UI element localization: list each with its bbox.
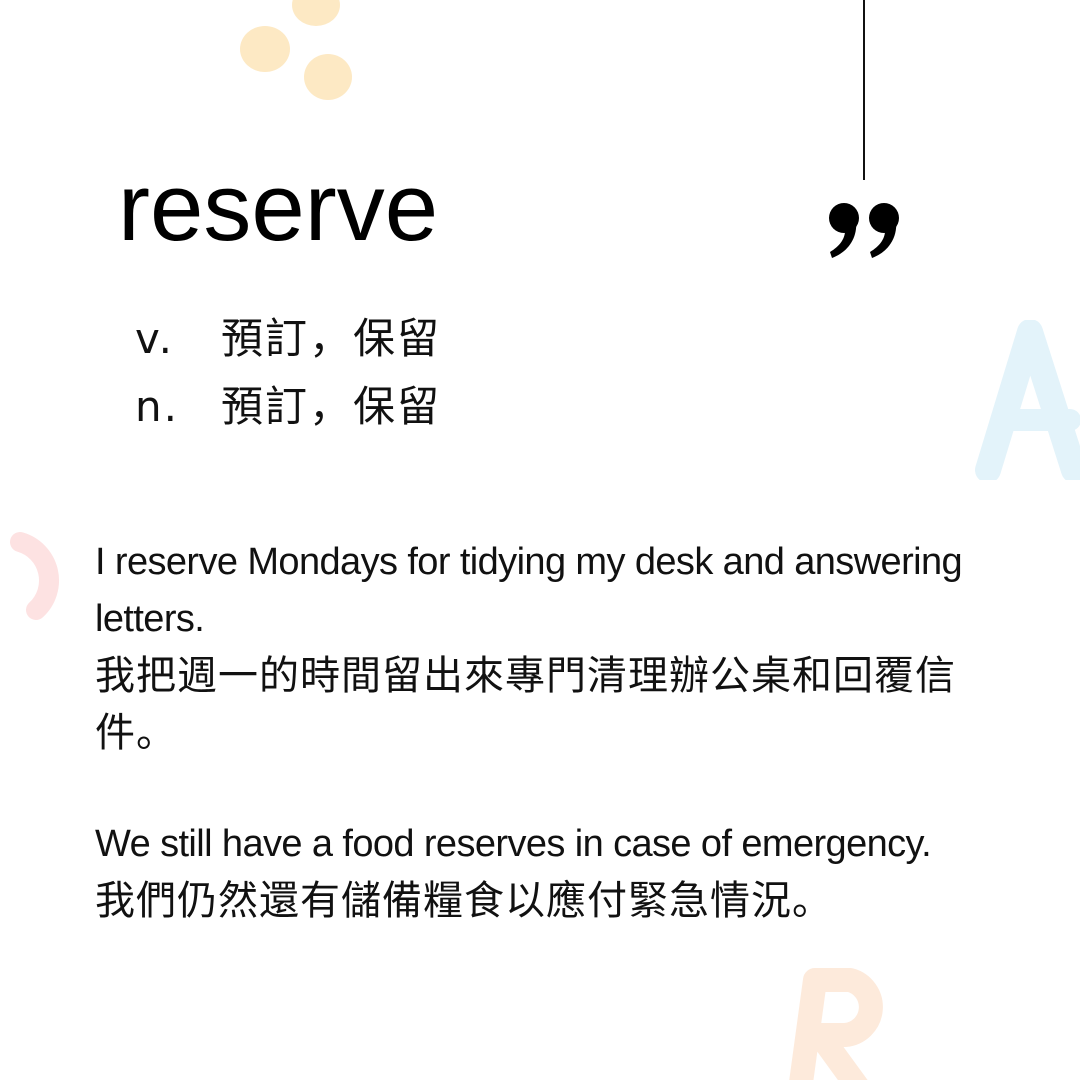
decor-letter-r bbox=[789, 968, 883, 1080]
example-english: We still have a food reserves in case of… bbox=[95, 823, 932, 865]
sense-noun: n. 預訂，保留 bbox=[135, 386, 441, 428]
example-sentence-2: We still have a food reserves in case of… bbox=[95, 816, 1015, 930]
part-of-speech: n. bbox=[135, 382, 179, 431]
sense-meaning: 預訂，保留 bbox=[221, 314, 442, 363]
example-chinese-line: 件。 bbox=[95, 710, 177, 756]
example-sentence-1: I reserve Mondays for tidying my desk an… bbox=[95, 534, 1015, 762]
decor-vertical-line bbox=[863, 0, 865, 180]
closing-quote-icon bbox=[829, 203, 899, 258]
decor-dot-1 bbox=[240, 26, 290, 72]
part-of-speech: v. bbox=[135, 314, 174, 363]
sense-meaning: 預訂，保留 bbox=[221, 382, 442, 431]
example-chinese: 我們仍然還有儲備糧食以應付緊急情況。 bbox=[95, 873, 1015, 930]
headword: reserve bbox=[118, 154, 439, 261]
example-chinese-line: 我把週一的時間留出來專門清理辦公桌和回覆信 bbox=[95, 653, 956, 699]
decor-letter-c bbox=[10, 532, 59, 620]
decor-dot-3 bbox=[292, 0, 340, 26]
decor-letter-a bbox=[975, 320, 1080, 480]
decor-dot-2 bbox=[304, 54, 352, 100]
example-chinese: 我把週一的時間留出來專門清理辦公桌和回覆信 件。 bbox=[95, 648, 1015, 762]
example-chinese-line: 我們仍然還有儲備糧食以應付緊急情況。 bbox=[95, 878, 833, 924]
example-english: I reserve Mondays for tidying my desk an… bbox=[95, 541, 963, 640]
sense-verb: v. 預訂，保留 bbox=[135, 318, 441, 360]
